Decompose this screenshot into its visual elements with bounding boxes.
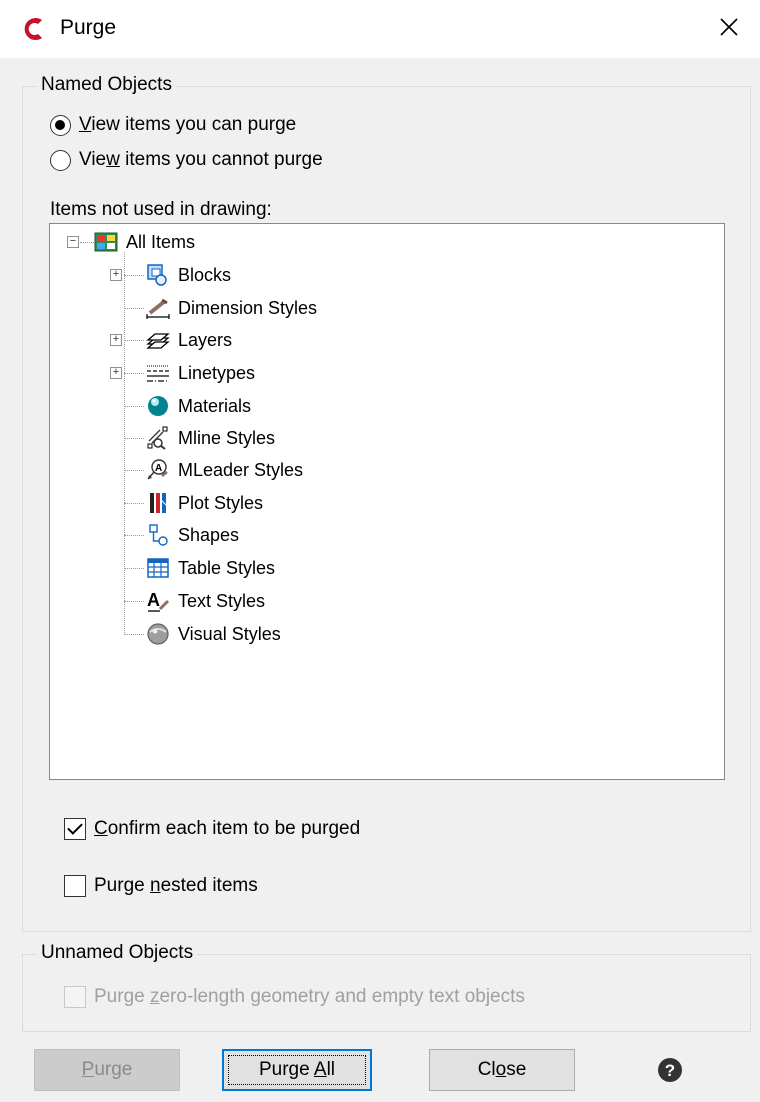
tree-item-label: Visual Styles	[178, 623, 281, 644]
tree-item-linetypes[interactable]: Linetypes	[146, 358, 255, 388]
collapse-toggle[interactable]: −	[67, 236, 79, 248]
checkbox-box	[64, 986, 86, 1008]
svg-text:?: ?	[665, 1061, 675, 1080]
tree-item-shapes[interactable]: Shapes	[146, 520, 239, 550]
view-can-purge-radio[interactable]: View items you can purge	[50, 114, 296, 136]
unnamed-objects-legend: Unnamed Objects	[37, 942, 198, 964]
tree-item-label: Linetypes	[178, 362, 256, 383]
tree-item-label: Dimension Styles	[178, 297, 318, 318]
radio-button[interactable]	[50, 114, 71, 136]
expand-toggle[interactable]: +	[110, 269, 122, 281]
tree-item-label: Layers	[178, 329, 233, 350]
tree-item-materials[interactable]: Materials	[146, 391, 251, 421]
tree-item-text-styles[interactable]: A Text Styles	[146, 586, 265, 616]
purge-zero-length-label: Purge zero-length geometry and empty tex…	[94, 986, 525, 1007]
title-bar: Purge	[0, 0, 760, 58]
text-styles-icon: A	[147, 590, 170, 612]
purge-all-button[interactable]: Purge All	[222, 1049, 372, 1091]
tree-item-layers[interactable]: Layers	[146, 325, 232, 355]
shapes-icon	[149, 524, 168, 546]
blocks-icon	[147, 264, 167, 286]
tree-item-table-styles[interactable]: Table Styles	[146, 553, 275, 583]
tree-item-label: Mline Styles	[178, 427, 276, 448]
view-cannot-purge-label: View items you cannot purge	[79, 149, 323, 170]
named-objects-legend: Named Objects	[37, 74, 176, 96]
tree-item-mline-styles[interactable]: Mline Styles	[146, 423, 275, 453]
purge-button: Purge	[34, 1049, 180, 1091]
plot-styles-icon	[150, 493, 167, 513]
svg-text:A: A	[155, 463, 162, 474]
dimension-styles-icon	[146, 298, 170, 319]
checkbox-box[interactable]	[64, 875, 86, 897]
visual-styles-icon	[147, 623, 169, 645]
help-icon[interactable]: ?	[657, 1057, 683, 1083]
tree-item-visual-styles[interactable]: Visual Styles	[146, 619, 281, 649]
items-tree[interactable]: − All Items + Blocks Dimension Styles + …	[49, 223, 725, 780]
expand-toggle[interactable]: +	[110, 334, 122, 346]
all-items-icon	[94, 232, 118, 252]
purge-nested-items-checkbox[interactable]: Purge nested items	[64, 875, 258, 897]
table-styles-icon	[147, 558, 169, 578]
tree-item-label: Shapes	[178, 524, 240, 545]
radio-button[interactable]	[50, 149, 71, 171]
tree-item-label: Table Styles	[178, 557, 276, 578]
tree-item-dimension-styles[interactable]: Dimension Styles	[146, 293, 317, 323]
app-logo-icon	[24, 18, 42, 40]
tree-item-label: MLeader Styles	[178, 459, 304, 480]
close-icon[interactable]	[712, 10, 746, 44]
view-cannot-purge-radio[interactable]: View items you cannot purge	[50, 149, 323, 171]
materials-icon	[148, 396, 168, 416]
window-title: Purge	[60, 16, 117, 39]
tree-item-label: Materials	[178, 395, 252, 416]
tree-caption: Items not used in drawing:	[50, 199, 272, 220]
confirm-each-item-checkbox[interactable]: Confirm each item to be purged	[64, 818, 360, 840]
linetypes-icon	[147, 365, 169, 382]
tree-item-plot-styles[interactable]: Plot Styles	[146, 488, 263, 518]
view-can-purge-label: View items you can purge	[79, 114, 297, 135]
tree-item-label: Plot Styles	[178, 492, 264, 513]
confirm-each-item-label: Confirm each item to be purged	[94, 818, 361, 839]
layers-icon	[146, 333, 170, 349]
tree-item-all-items[interactable]: All Items	[94, 227, 195, 257]
mleader-styles-icon: A	[147, 459, 168, 480]
mline-styles-icon	[147, 426, 168, 450]
purge-zero-length-checkbox: Purge zero-length geometry and empty tex…	[64, 986, 525, 1008]
tree-item-mleader-styles[interactable]: A MLeader Styles	[146, 455, 303, 485]
purge-nested-items-label: Purge nested items	[94, 875, 258, 896]
tree-item-label: All Items	[126, 231, 196, 252]
svg-text:A: A	[147, 590, 160, 610]
tree-item-blocks[interactable]: Blocks	[146, 260, 231, 290]
tree-item-label: Text Styles	[178, 590, 266, 611]
expand-toggle[interactable]: +	[110, 367, 122, 379]
close-button[interactable]: Close	[429, 1049, 575, 1091]
checkbox-box[interactable]	[64, 818, 86, 840]
focus-rectangle	[228, 1055, 366, 1085]
tree-item-label: Blocks	[178, 264, 232, 285]
